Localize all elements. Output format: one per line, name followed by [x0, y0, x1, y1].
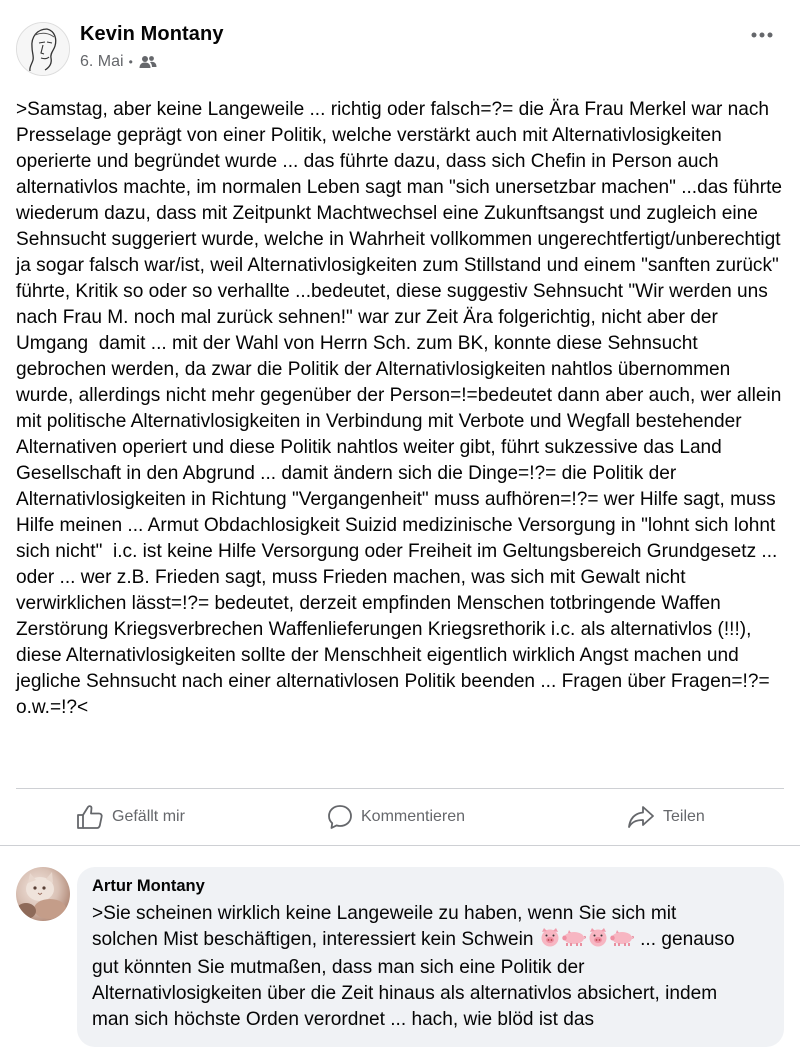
- more-options-icon: [751, 32, 773, 38]
- cat-photo-icon: [16, 872, 66, 919]
- pig-icon: [609, 929, 635, 955]
- author-avatar[interactable]: [16, 22, 70, 76]
- comment-button[interactable]: Kommentieren: [327, 797, 465, 837]
- like-button[interactable]: Gefällt mir: [76, 797, 185, 837]
- share-button[interactable]: Teilen: [627, 797, 705, 837]
- share-arrow-icon: [628, 806, 654, 828]
- post-text: >Samstag, aber keine Langeweile ... rich…: [16, 99, 788, 718]
- comment-author[interactable]: Artur Montany: [92, 877, 205, 896]
- like-label: Gefällt mir: [112, 808, 185, 825]
- post-actions: Gefällt mir Kommentieren Teilen: [0, 797, 800, 837]
- comment-label: Kommentieren: [361, 808, 466, 825]
- actions-divider-bottom: [0, 845, 800, 846]
- meta-separator: •: [128, 55, 133, 69]
- commenter-avatar[interactable]: [16, 867, 70, 921]
- speech-bubble-icon: [328, 805, 352, 829]
- share-label: Teilen: [663, 808, 705, 825]
- author-name[interactable]: Kevin Montany: [80, 23, 224, 46]
- thumbs-up-icon: [77, 805, 103, 829]
- pig-face-icon: [587, 927, 609, 955]
- comment-text: >Sie scheinen wirklich keine Langeweile …: [92, 901, 742, 1033]
- friends-icon[interactable]: [139, 55, 157, 69]
- pig-face-icon: [539, 927, 561, 955]
- actions-divider-top: [16, 788, 784, 789]
- sketch-portrait-icon: [17, 23, 69, 75]
- post-date[interactable]: 6. Mai: [80, 53, 124, 71]
- more-options-button[interactable]: [748, 23, 776, 47]
- post-header: Kevin Montany 6. Mai •: [16, 18, 784, 82]
- pig-icon: [561, 929, 587, 955]
- post-meta: 6. Mai •: [80, 53, 157, 71]
- comment-bubble: Artur Montany >Sie scheinen wirklich kei…: [77, 867, 784, 1047]
